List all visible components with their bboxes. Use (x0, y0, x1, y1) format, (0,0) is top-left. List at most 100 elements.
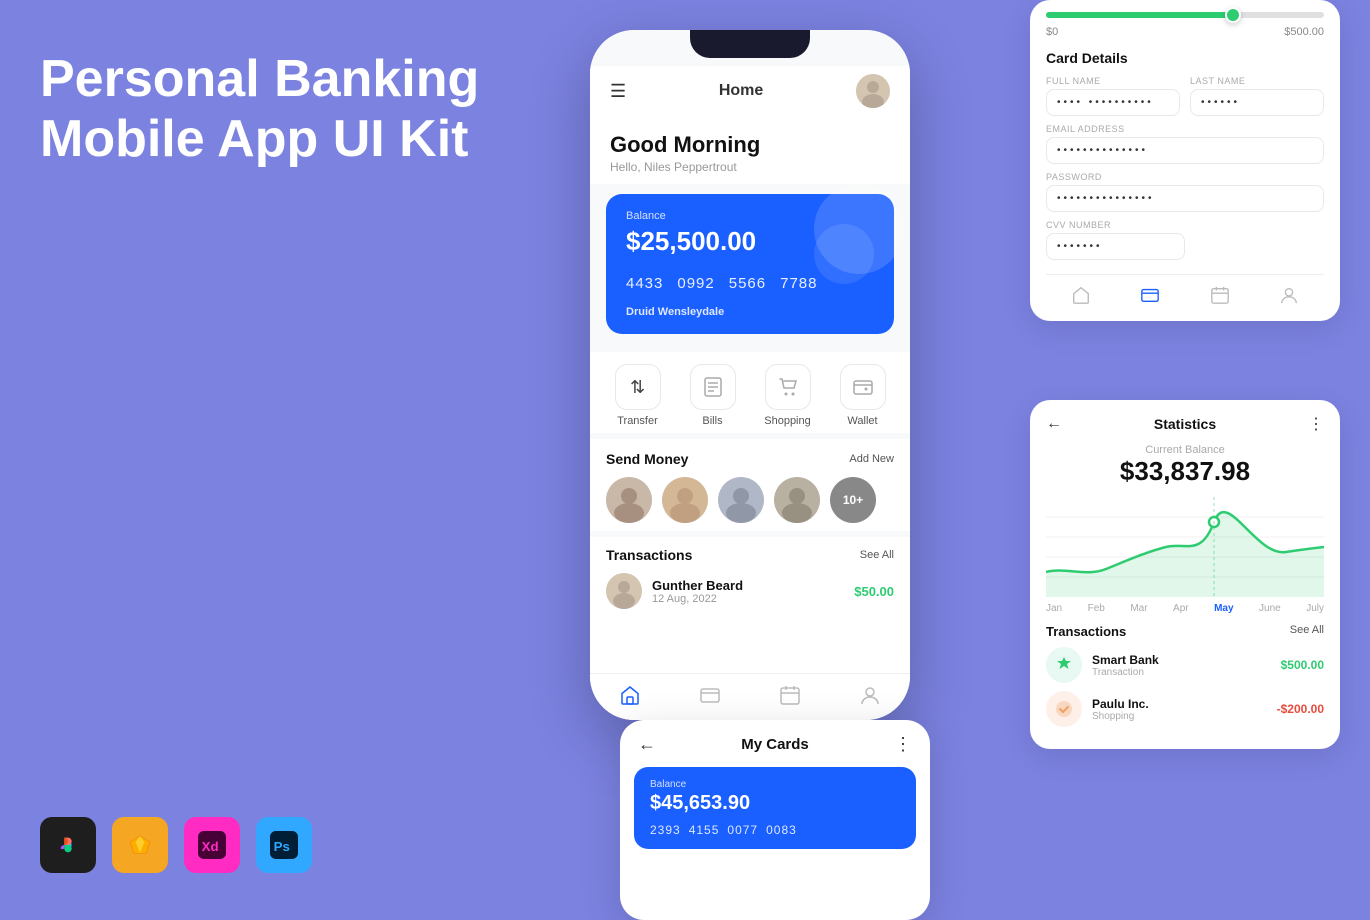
email-group: EMAIL ADDRESS •••••••••••••• (1046, 124, 1324, 164)
panel-nav-profile[interactable] (1255, 285, 1325, 305)
cvv-label: CVV NUMBER (1046, 220, 1324, 230)
smart-bank-category: Transaction (1092, 667, 1271, 678)
password-label: PASSWORD (1046, 172, 1324, 182)
figma-icon (40, 817, 96, 873)
action-wallet[interactable]: Wallet (825, 364, 900, 427)
card-details-title: Card Details (1046, 50, 1324, 66)
cards-title: My Cards (741, 736, 809, 753)
hero-title: Personal Banking Mobile App UI Kit (40, 50, 520, 170)
slider-labels: $0 $500.00 (1046, 26, 1324, 38)
paulu-name: Paulu Inc. (1092, 697, 1267, 711)
nav-profile[interactable] (830, 684, 910, 706)
full-name-group: FULL NAME •••• •••••••••• (1046, 76, 1180, 116)
action-transfer[interactable]: ⇅ Transfer (600, 364, 675, 427)
action-shopping[interactable]: Shopping (750, 364, 825, 427)
cards-header: ← My Cards ⋮ (620, 720, 930, 763)
transactions-title: Transactions (606, 547, 692, 563)
phone-main: ☰ Home Good Morning Hello, Niles Peppert… (590, 30, 910, 720)
cvv-input[interactable]: ••••••• (1046, 233, 1185, 260)
card-details-panel: $0 $500.00 Card Details FULL NAME •••• •… (1030, 0, 1340, 321)
tx-amount: $50.00 (854, 584, 894, 599)
wallet-icon (840, 364, 886, 410)
nav-home[interactable] (590, 684, 670, 706)
send-money-header: Send Money Add New (606, 451, 894, 467)
transactions-section: Transactions See All Gunther Beard 12 Au… (590, 537, 910, 673)
tx-info: Gunther Beard 12 Aug, 2022 (652, 578, 844, 605)
slider-thumb (1225, 7, 1241, 23)
transaction-item[interactable]: Gunther Beard 12 Aug, 2022 $50.00 (606, 573, 894, 609)
quick-actions: ⇅ Transfer Bills (590, 352, 910, 433)
cards-more-icon[interactable]: ⋮ (894, 734, 912, 755)
month-may[interactable]: May (1214, 603, 1233, 614)
cvv-group: CVV NUMBER ••••••• (1046, 220, 1324, 260)
phone-cards: ← My Cards ⋮ Balance $45,653.90 2393 415… (620, 720, 930, 920)
stats-tx-header: Transactions See All (1046, 624, 1324, 639)
tx-avatar (606, 573, 642, 609)
paulu-category: Shopping (1092, 711, 1267, 722)
user-avatar[interactable] (856, 74, 890, 108)
contact-1[interactable] (606, 477, 652, 523)
contact-4[interactable] (774, 477, 820, 523)
shopping-icon (765, 364, 811, 410)
month-june: June (1259, 603, 1281, 614)
balance-card[interactable]: Balance $25,500.00 4433 0992 5566 7788 D… (606, 194, 894, 334)
paulu-info: Paulu Inc. Shopping (1092, 697, 1267, 722)
stats-see-all[interactable]: See All (1290, 624, 1324, 639)
paulu-amount: -$200.00 (1277, 702, 1324, 716)
hamburger-icon[interactable]: ☰ (610, 81, 626, 102)
month-apr: Apr (1173, 603, 1189, 614)
contact-3[interactable] (718, 477, 764, 523)
card-num-3: 5566 (729, 275, 766, 292)
nav-calendar[interactable] (750, 684, 830, 706)
phone-notch (690, 30, 810, 58)
see-all-link[interactable]: See All (860, 549, 894, 561)
password-input[interactable]: ••••••••••••••• (1046, 185, 1324, 212)
slider-max: $500.00 (1284, 26, 1324, 38)
stats-back-icon[interactable]: ← (1046, 415, 1062, 433)
last-name-label: LAST NAME (1190, 76, 1324, 86)
chart-months: Jan Feb Mar Apr May June July (1046, 603, 1324, 614)
panel-nav-home[interactable] (1046, 285, 1116, 305)
month-jan: Jan (1046, 603, 1062, 614)
wallet-label: Wallet (847, 415, 877, 427)
tx-date: 12 Aug, 2022 (652, 593, 844, 605)
email-input[interactable]: •••••••••••••• (1046, 137, 1324, 164)
card-numbers: 4433 0992 5566 7788 (626, 275, 874, 292)
statistics-panel: ← Statistics ⋮ Current Balance $33,837.9… (1030, 400, 1340, 749)
contact-2[interactable] (662, 477, 708, 523)
month-july: July (1306, 603, 1324, 614)
last-name-input[interactable]: •••••• (1190, 89, 1324, 116)
svg-text:Xd: Xd (202, 839, 219, 854)
contacts-row: 10+ (606, 477, 894, 523)
slider-track[interactable] (1046, 12, 1324, 18)
full-name-input[interactable]: •••• •••••••••• (1046, 89, 1180, 116)
password-group: PASSWORD ••••••••••••••• (1046, 172, 1324, 212)
stats-tx-paulu[interactable]: Paulu Inc. Shopping -$200.00 (1046, 691, 1324, 727)
panel-nav-calendar[interactable] (1185, 285, 1255, 305)
month-feb: Feb (1088, 603, 1105, 614)
stats-more-icon[interactable]: ⋮ (1308, 414, 1324, 434)
action-bills[interactable]: Bills (675, 364, 750, 427)
transfer-icon: ⇅ (615, 364, 661, 410)
cards-back-icon[interactable]: ← (638, 734, 656, 755)
svg-text:Ps: Ps (274, 839, 290, 854)
panel-nav-card[interactable] (1116, 285, 1186, 305)
smart-bank-name: Smart Bank (1092, 653, 1271, 667)
phone-screen: ☰ Home Good Morning Hello, Niles Peppert… (590, 30, 910, 720)
add-new-link[interactable]: Add New (849, 453, 894, 465)
stats-tx-title: Transactions (1046, 624, 1126, 639)
transfer-label: Transfer (617, 415, 658, 427)
contact-more[interactable]: 10+ (830, 477, 876, 523)
smart-bank-amount: $500.00 (1281, 658, 1324, 672)
stats-tx-smart-bank[interactable]: Smart Bank Transaction $500.00 (1046, 647, 1324, 683)
cards-balance-card[interactable]: Balance $45,653.90 2393 4155 0077 0083 (634, 767, 916, 849)
sketch-icon (112, 817, 168, 873)
send-money-section: Send Money Add New 10+ (590, 439, 910, 531)
tx-name: Gunther Beard (652, 578, 844, 593)
nav-card[interactable] (670, 684, 750, 706)
balance-label: Balance (626, 210, 874, 222)
stats-balance-label: Current Balance (1046, 444, 1324, 456)
ps-icon: Ps (256, 817, 312, 873)
greeting-title: Good Morning (610, 132, 890, 158)
stats-header: ← Statistics ⋮ (1046, 414, 1324, 434)
